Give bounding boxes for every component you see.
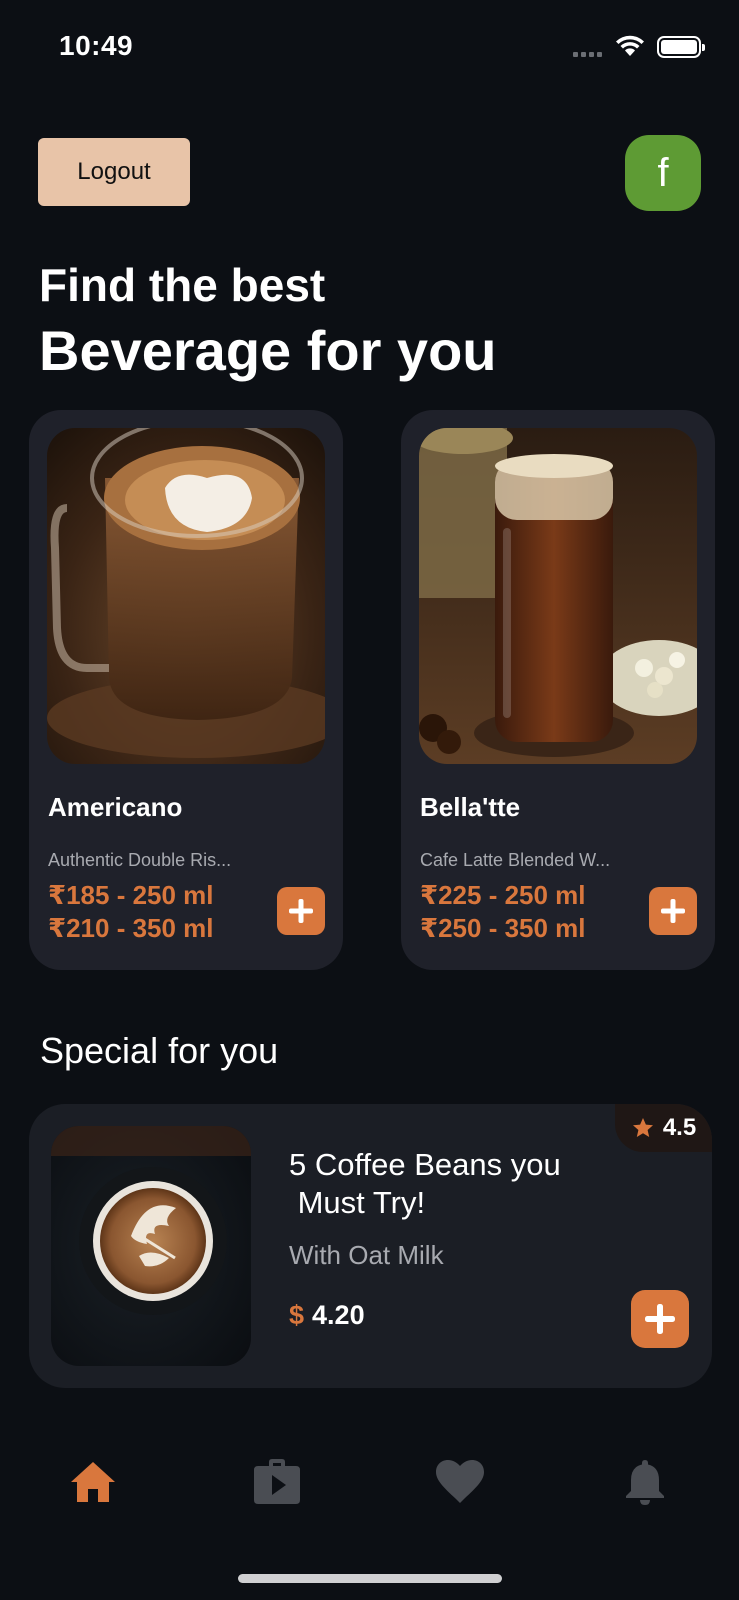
bottom-tab-bar — [0, 1440, 739, 1520]
rating-value: 4.5 — [662, 1114, 697, 1141]
bell-icon — [626, 1460, 664, 1505]
headline-line-1: Find the best — [39, 259, 326, 311]
tab-notifications[interactable] — [615, 1452, 675, 1512]
add-special-button[interactable] — [631, 1290, 689, 1348]
status-bar: 10:49 — [0, 0, 739, 90]
status-time: 10:49 — [59, 30, 134, 61]
beverage-price-small: ₹185 - 250 ml — [48, 880, 214, 910]
beverage-name: Americano — [48, 792, 183, 822]
plus-icon — [661, 899, 685, 923]
beverage-price-large: ₹250 - 350 ml — [420, 913, 586, 943]
beverage-price-small: ₹225 - 250 ml — [420, 880, 586, 910]
special-price: $4.20 — [289, 1300, 365, 1331]
add-americano-button[interactable] — [277, 887, 325, 935]
avatar[interactable]: f — [625, 135, 701, 211]
plus-icon — [645, 1304, 675, 1334]
beverage-description: Authentic Double Ris... — [48, 850, 232, 870]
home-icon — [71, 1462, 115, 1502]
beverage-price-large: ₹210 - 350 ml — [48, 913, 214, 943]
currency-symbol: $ — [289, 1300, 305, 1330]
add-bellatte-button[interactable] — [649, 887, 697, 935]
rating-badge: 4.5 — [615, 1104, 712, 1152]
special-card[interactable]: 4.5 5 Coffee Beans you Must Try! With Oa… — [29, 1104, 712, 1388]
beverage-card-americano[interactable]: Americano Authentic Double Ris... ₹185 -… — [29, 410, 343, 970]
home-indicator[interactable] — [238, 1574, 502, 1583]
headline-line-2: Beverage for you — [39, 319, 497, 382]
special-name: 5 Coffee Beans you Must Try! — [289, 1147, 561, 1220]
special-subtitle: With Oat Milk — [289, 1240, 444, 1270]
tab-media[interactable] — [247, 1452, 307, 1512]
bellatte-image — [419, 428, 697, 764]
price-value: 4.20 — [312, 1300, 365, 1330]
tab-favorites[interactable] — [430, 1452, 490, 1512]
wifi-icon — [616, 35, 644, 56]
cellular-signal-icon — [573, 52, 602, 57]
video-bag-icon — [254, 1459, 300, 1504]
beverage-name: Bella'tte — [420, 792, 521, 822]
logout-button[interactable]: Logout — [38, 138, 190, 206]
star-icon — [632, 1118, 653, 1137]
plus-icon — [289, 899, 313, 923]
americano-image — [47, 428, 325, 764]
latte-art-image — [51, 1126, 251, 1366]
battery-icon — [657, 36, 705, 58]
beverage-description: Cafe Latte Blended W... — [420, 850, 611, 870]
heart-icon — [436, 1460, 484, 1503]
special-section-title: Special for you — [40, 1030, 279, 1071]
beverage-card-bellatte[interactable]: Bella'tte Cafe Latte Blended W... ₹225 -… — [401, 410, 715, 970]
tab-home[interactable] — [63, 1452, 123, 1512]
